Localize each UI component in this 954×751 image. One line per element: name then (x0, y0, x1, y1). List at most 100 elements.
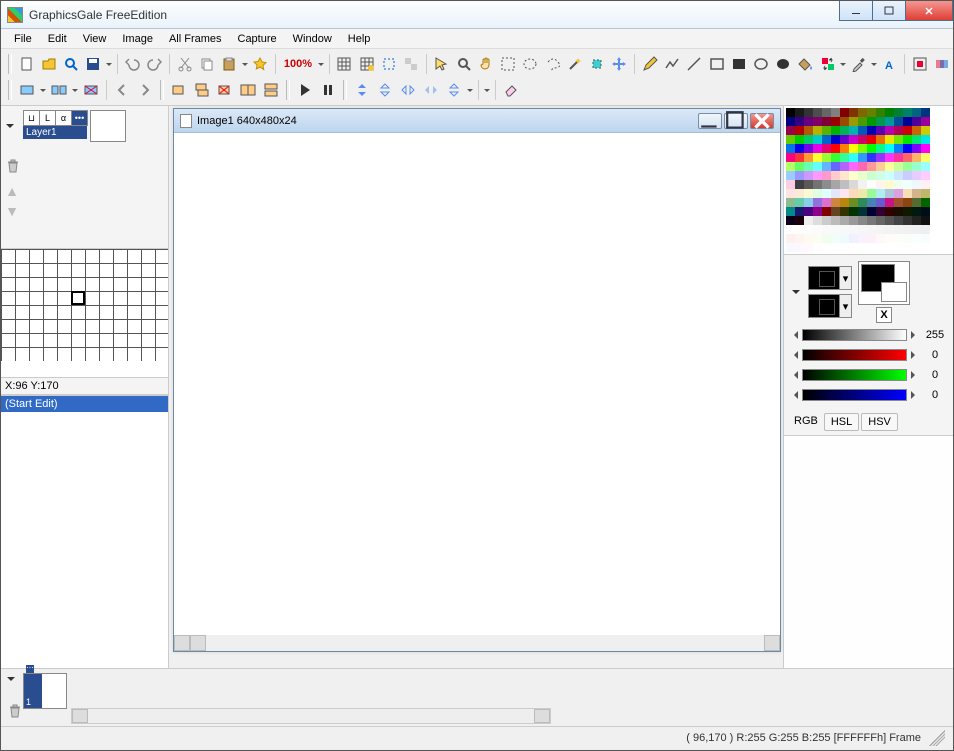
navigator-preview[interactable] (1, 248, 168, 378)
palette-color[interactable] (885, 180, 894, 189)
palette-color[interactable] (822, 216, 831, 225)
more-dropdown[interactable] (483, 79, 491, 101)
primary-color-swatch[interactable]: ▾ (808, 266, 852, 290)
eyedropper-dropdown[interactable] (870, 53, 878, 75)
magic-wand-button[interactable] (564, 53, 585, 75)
palette-color[interactable] (912, 108, 921, 117)
palette-color[interactable] (858, 225, 867, 234)
palette-color[interactable] (786, 198, 795, 207)
palette-color[interactable] (813, 234, 822, 243)
palette-color[interactable] (921, 216, 930, 225)
layer-panel-menu[interactable] (4, 120, 16, 132)
palette-color[interactable] (813, 126, 822, 135)
palette-color[interactable] (876, 225, 885, 234)
layer-tool-3[interactable] (214, 79, 236, 101)
frame-tool-1[interactable] (16, 79, 38, 101)
palette-color[interactable] (786, 117, 795, 126)
palette-color[interactable] (885, 162, 894, 171)
grid-settings-button[interactable] (356, 53, 377, 75)
canvas[interactable] (174, 133, 780, 635)
palette-color[interactable] (867, 243, 876, 252)
menu-image[interactable]: Image (115, 31, 160, 47)
palette-color[interactable] (831, 153, 840, 162)
palette-color[interactable] (804, 243, 813, 252)
red-dec-button[interactable] (790, 351, 798, 359)
palette-color[interactable] (903, 117, 912, 126)
transparency-button[interactable] (401, 53, 422, 75)
palette-color[interactable] (822, 207, 831, 216)
palette-color[interactable] (903, 162, 912, 171)
palette-color[interactable] (903, 144, 912, 153)
palette-color[interactable] (894, 234, 903, 243)
scroll-left-button[interactable] (174, 635, 190, 651)
palette-color[interactable] (867, 162, 876, 171)
color-panel-menu[interactable] (790, 286, 802, 298)
palette-color[interactable] (921, 225, 930, 234)
green-slider[interactable] (802, 369, 907, 381)
palette-color[interactable] (849, 234, 858, 243)
palette-color[interactable] (921, 135, 930, 144)
palette-color[interactable] (840, 207, 849, 216)
palette-color[interactable] (822, 180, 831, 189)
pause-button[interactable] (317, 79, 339, 101)
palette-color[interactable] (831, 234, 840, 243)
layer-tool-5[interactable] (260, 79, 282, 101)
doc-close-button[interactable] (750, 113, 774, 129)
palette-color[interactable] (849, 207, 858, 216)
palette-color[interactable] (831, 126, 840, 135)
palette-color[interactable] (840, 153, 849, 162)
resize-grip[interactable] (929, 730, 945, 746)
lasso-button[interactable] (542, 53, 563, 75)
filled-ellipse-button[interactable] (773, 53, 794, 75)
palette-color[interactable] (804, 162, 813, 171)
flip-3-button[interactable] (443, 79, 465, 101)
palette-color[interactable] (804, 234, 813, 243)
rgb-tab[interactable]: RGB (790, 413, 822, 431)
palette-color[interactable] (858, 153, 867, 162)
palette-color[interactable] (786, 225, 795, 234)
undo-button[interactable] (122, 53, 143, 75)
palette-color[interactable] (840, 162, 849, 171)
palette-color[interactable] (912, 117, 921, 126)
new-file-button[interactable] (16, 53, 37, 75)
palette-color[interactable] (822, 108, 831, 117)
palette-color[interactable] (795, 207, 804, 216)
palette-color[interactable] (885, 171, 894, 180)
palette-color[interactable] (849, 225, 858, 234)
palette-color[interactable] (912, 234, 921, 243)
palette-color[interactable] (786, 144, 795, 153)
layer-tool-2[interactable] (191, 79, 213, 101)
ellipse-select-button[interactable] (520, 53, 541, 75)
palette-color[interactable] (912, 198, 921, 207)
palette-color[interactable] (885, 234, 894, 243)
palette-color[interactable] (795, 117, 804, 126)
palette-color[interactable] (840, 243, 849, 252)
palette-color[interactable] (885, 207, 894, 216)
palette-color[interactable] (813, 135, 822, 144)
palette-color[interactable] (822, 171, 831, 180)
palette-color[interactable] (876, 135, 885, 144)
palette-color[interactable] (885, 144, 894, 153)
palette-color[interactable] (921, 126, 930, 135)
palette-color[interactable] (858, 216, 867, 225)
palette-color[interactable] (795, 243, 804, 252)
palette-color[interactable] (858, 162, 867, 171)
green-dec-button[interactable] (790, 371, 798, 379)
palette-color[interactable] (903, 216, 912, 225)
preview-button[interactable] (60, 53, 81, 75)
palette-color[interactable] (840, 198, 849, 207)
palette-color[interactable] (813, 225, 822, 234)
palette-color[interactable] (876, 234, 885, 243)
palette-color[interactable] (840, 225, 849, 234)
palette-color[interactable] (795, 171, 804, 180)
palette-color[interactable] (822, 153, 831, 162)
blue-dec-button[interactable] (790, 391, 798, 399)
play-button[interactable] (294, 79, 316, 101)
palette-color[interactable] (840, 171, 849, 180)
palette-color[interactable] (795, 126, 804, 135)
palette-color[interactable] (822, 234, 831, 243)
palette-color[interactable] (813, 180, 822, 189)
palette-color[interactable] (912, 225, 921, 234)
palette-color[interactable] (912, 153, 921, 162)
palette-color[interactable] (804, 153, 813, 162)
